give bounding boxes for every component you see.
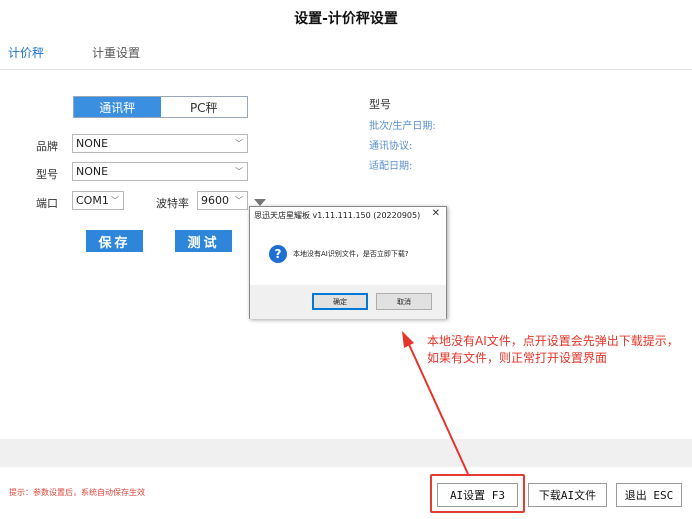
exit-button[interactable]: 退出 ESC bbox=[616, 483, 682, 507]
footer-hint: 提示：参数设置后，系统自动保存生效 bbox=[9, 488, 145, 497]
annotation-note: 本地没有AI文件，点开设置会先弹出下载提示，如果有文件，则正常打开设置界面 bbox=[427, 334, 679, 365]
annotation-arrows bbox=[402, 331, 469, 475]
arrow-head-icon bbox=[402, 331, 414, 348]
ai-settings-button[interactable]: AI设置 F3 bbox=[437, 483, 518, 507]
download-ai-file-button[interactable]: 下载AI文件 bbox=[528, 483, 607, 507]
